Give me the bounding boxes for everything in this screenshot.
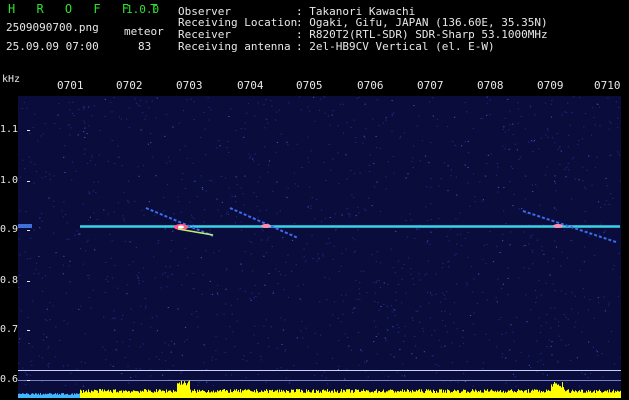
- spectrogram-plot: [18, 96, 621, 398]
- band-separator-top: [18, 370, 621, 371]
- meteor-echo-1: [145, 207, 214, 237]
- meteor-label: meteor: [124, 25, 164, 38]
- noise-speckle: [18, 96, 621, 387]
- meteor-head-2: [261, 224, 271, 228]
- y-tick-0.7: 0.7: [0, 324, 30, 335]
- left-blip: [18, 224, 32, 228]
- carrier-core: [80, 226, 620, 227]
- x-tick-0709: 0709: [537, 79, 564, 92]
- file-name: 2509090700.png: [6, 21, 99, 34]
- x-tick-0704: 0704: [237, 79, 264, 92]
- y-tick-0.9: 0.9: [0, 224, 30, 235]
- audio-level-bars: [18, 380, 621, 398]
- x-tick-0706: 0706: [357, 79, 384, 92]
- x-tick-0705: 0705: [296, 79, 323, 92]
- meteor-head-core-1: [178, 225, 184, 229]
- y-tick-0.6: 0.6: [0, 374, 30, 385]
- capture-datetime: 25.09.09 07:00: [6, 40, 99, 53]
- spectrogram: [18, 96, 621, 398]
- meteor-trail-1: [177, 228, 214, 236]
- x-tick-0708: 0708: [477, 79, 504, 92]
- hrofft-window: H R O F F T 1.0.0 2509090700.png meteor …: [0, 0, 629, 400]
- x-tick-0710: 0710: [594, 79, 621, 92]
- antenna-label: Receiving antenna: [178, 40, 291, 53]
- x-tick-0707: 0707: [417, 79, 444, 92]
- y-tick-1.0: 1.0: [0, 175, 30, 186]
- meteor-head-3: [553, 224, 563, 228]
- app-version: 1.0.0: [126, 3, 160, 16]
- x-tick-0703: 0703: [176, 79, 203, 92]
- meteor-echo-2: [229, 207, 299, 239]
- band-separator-bottom: [18, 380, 621, 381]
- y-tick-1.1: 1.1: [0, 124, 30, 135]
- antenna-value: : 2el-HB9CV Vertical (el. E-W): [296, 40, 495, 53]
- meteor-count: 83: [138, 40, 152, 53]
- x-tick-0702: 0702: [116, 79, 143, 92]
- y-axis-unit: kHz: [2, 74, 21, 85]
- y-tick-0.8: 0.8: [0, 275, 30, 286]
- x-tick-0701: 0701: [57, 79, 84, 92]
